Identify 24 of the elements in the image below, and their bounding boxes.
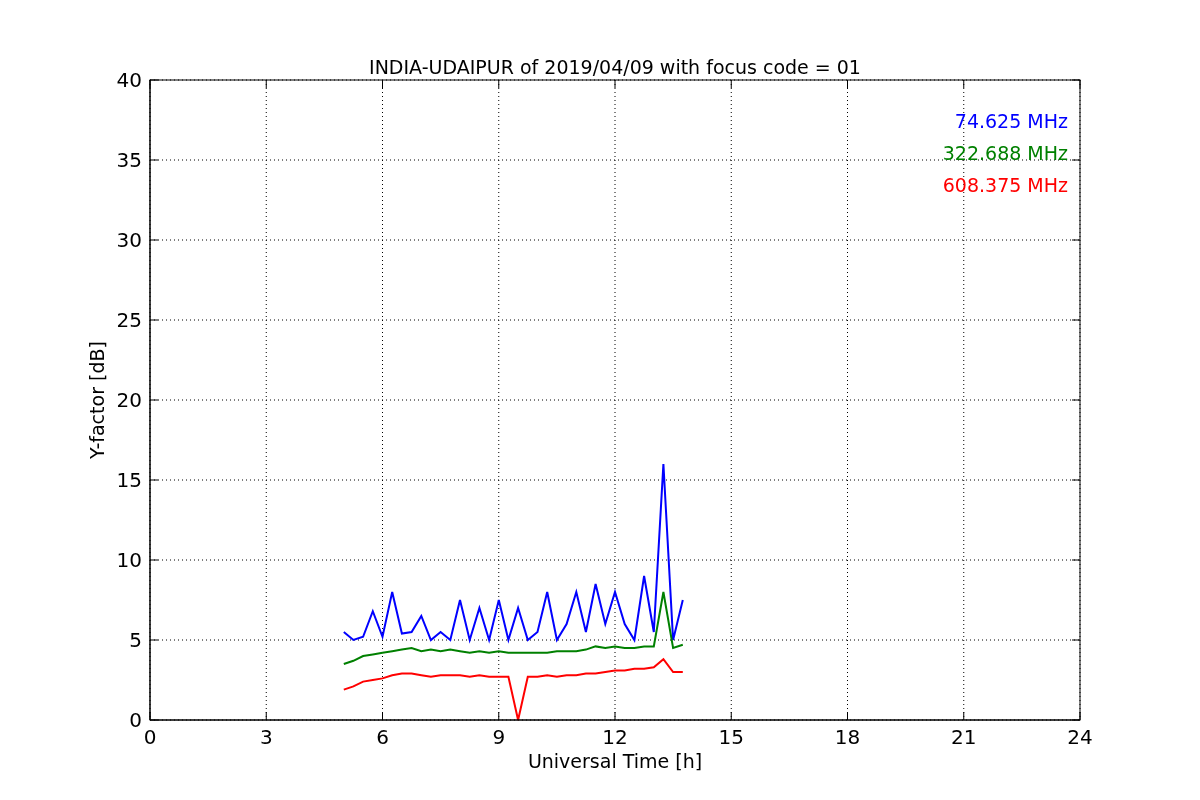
tick-label: 24 bbox=[1067, 725, 1093, 749]
tick-label: 25 bbox=[116, 308, 142, 332]
x-axis-label: Universal Time [h] bbox=[527, 750, 703, 772]
legend-label: 322.688 MHz bbox=[942, 142, 1068, 164]
tick-label: 30 bbox=[116, 228, 142, 252]
tick-label: 10 bbox=[116, 548, 142, 572]
tick-label: 20 bbox=[116, 388, 142, 412]
tick-label: 9 bbox=[492, 725, 506, 749]
tick-label: 18 bbox=[834, 725, 861, 749]
tick-label: 15 bbox=[718, 725, 744, 749]
legend-label: 608.375 MHz bbox=[942, 174, 1068, 196]
tick-label: 6 bbox=[376, 725, 389, 749]
legend-label: 74.625 MHz bbox=[954, 110, 1068, 132]
tick-label: 3 bbox=[259, 725, 273, 749]
tick-label: 0 bbox=[143, 725, 157, 749]
tick-label: 0 bbox=[129, 708, 142, 732]
tick-label: 21 bbox=[951, 725, 977, 749]
tick-label: 15 bbox=[116, 468, 142, 492]
y-axis-label: Y-factor [dB] bbox=[86, 341, 108, 459]
tick-label: 35 bbox=[116, 148, 142, 172]
tick-label: 40 bbox=[116, 68, 142, 92]
tick-label: 12 bbox=[602, 725, 628, 749]
tick-label: 5 bbox=[129, 628, 142, 652]
chart-title: INDIA-UDAIPUR of 2019/04/09 with focus code = 01 bbox=[369, 56, 861, 78]
